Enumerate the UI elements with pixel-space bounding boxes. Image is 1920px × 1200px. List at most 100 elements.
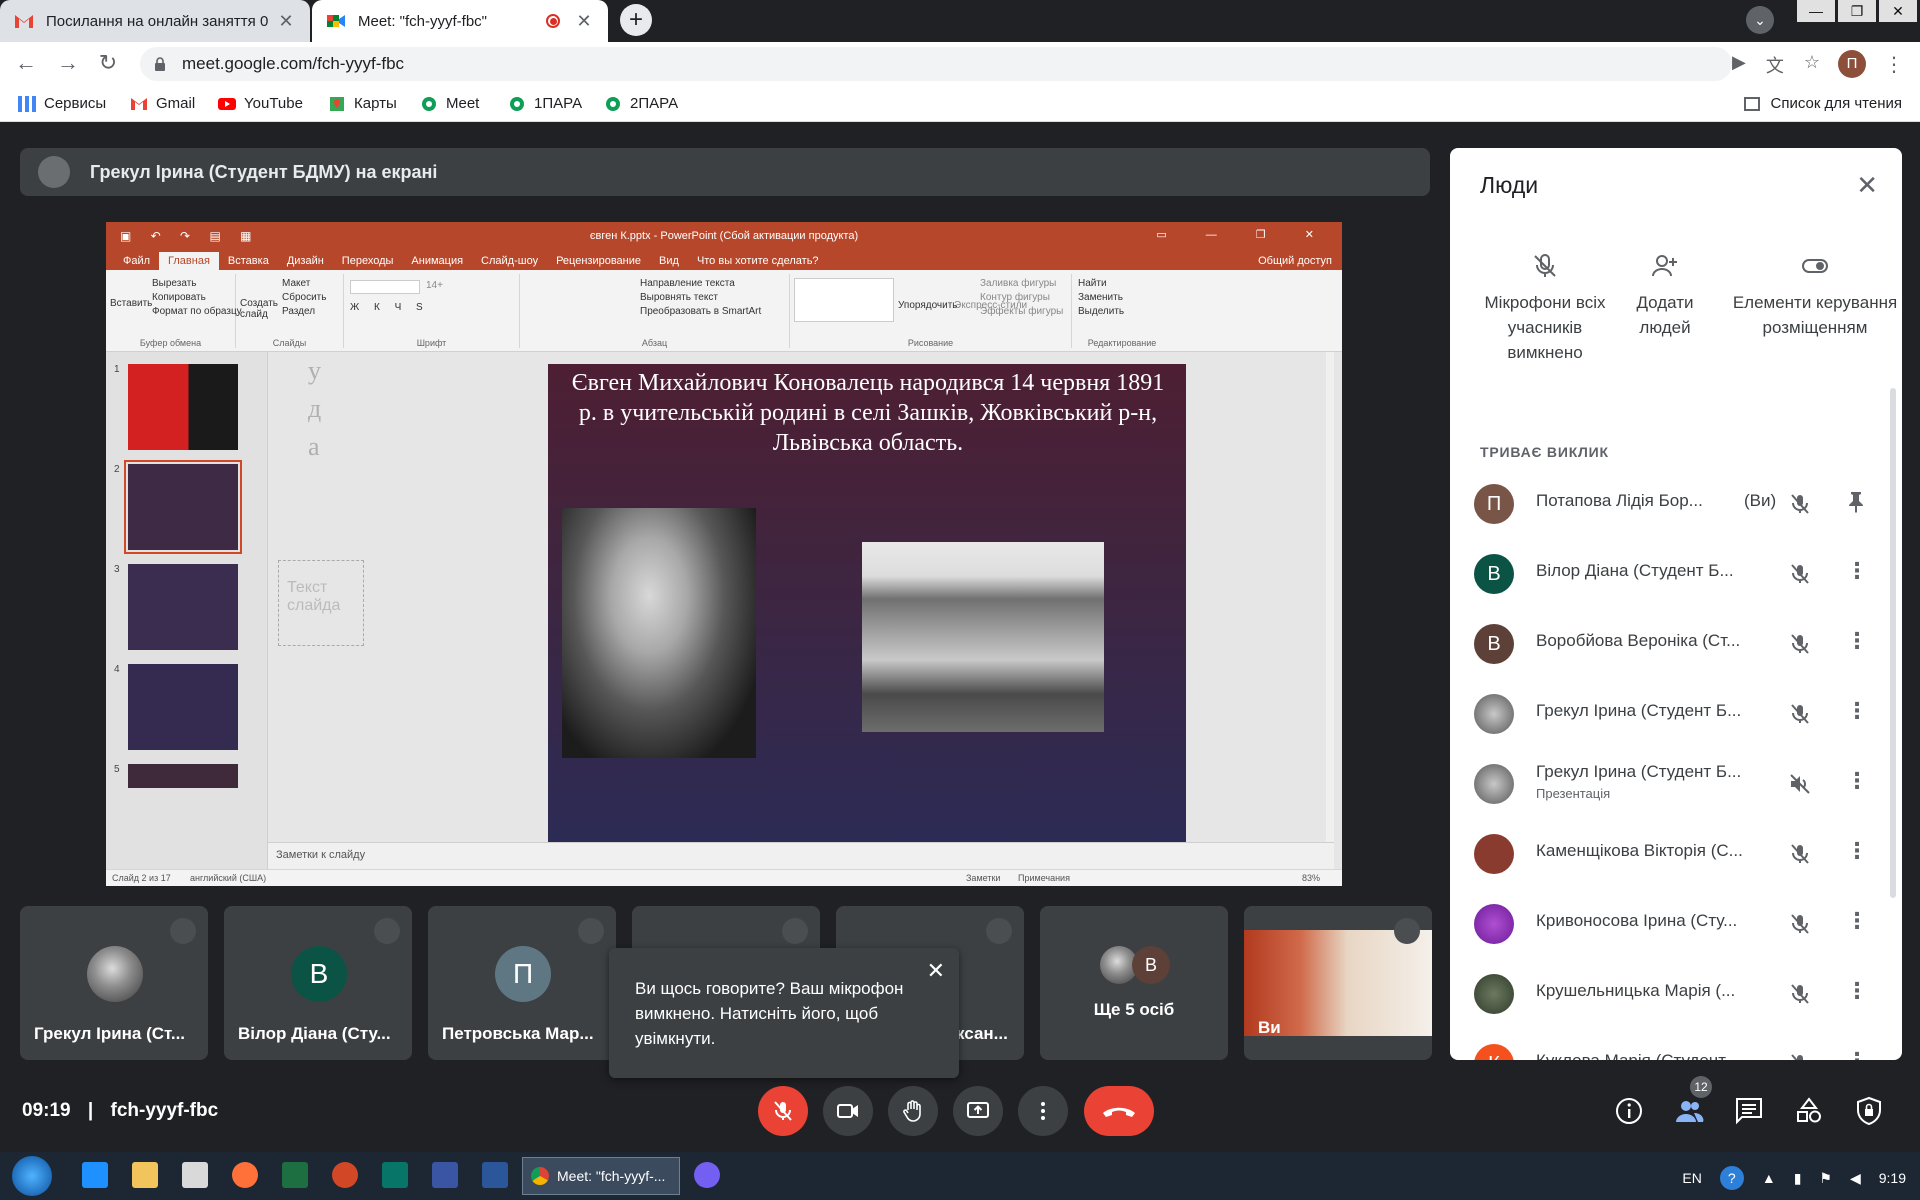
thumbnail-slide[interactable]: 4: [114, 664, 238, 750]
more-options-button[interactable]: [1018, 1086, 1068, 1136]
ribbon-shape-fill[interactable]: Заливка фигуры: [980, 278, 1056, 289]
participant-tile[interactable]: В Вілор Діана (Сту...: [224, 906, 412, 1060]
status-zoom[interactable]: 83%: [1302, 873, 1320, 883]
ppt-tab[interactable]: Рецензирование: [547, 255, 650, 270]
participant-row[interactable]: Грекул Ірина (Студент Б... Презентація ⋮: [1474, 746, 1878, 816]
add-people-action[interactable]: Додати людей: [1610, 252, 1720, 340]
bookmark-youtube[interactable]: YouTube: [218, 95, 303, 112]
restore-icon[interactable]: ❐: [1838, 0, 1876, 22]
ribbon-select[interactable]: Выделить: [1078, 306, 1124, 317]
status-notes[interactable]: Заметки: [966, 873, 1000, 883]
people-icon[interactable]: [1674, 1096, 1704, 1126]
reading-list-button[interactable]: Список для чтения: [1744, 95, 1902, 112]
close-tab-icon[interactable]: ✕: [574, 11, 594, 32]
close-window-icon[interactable]: ✕: [1879, 0, 1917, 22]
ribbon-layout[interactable]: Макет: [282, 278, 310, 289]
thumbnail-slide[interactable]: 1: [114, 364, 238, 450]
shapes-gallery[interactable]: [794, 278, 894, 322]
ppt-tab[interactable]: Дизайн: [278, 255, 333, 270]
raise-hand-button[interactable]: [888, 1086, 938, 1136]
participant-row[interactable]: В Вілор Діана (Студент Б... ⋮: [1474, 536, 1878, 606]
ribbon-copy[interactable]: Копировать: [152, 292, 206, 303]
language-indicator[interactable]: EN: [1682, 1170, 1701, 1186]
ribbon-reset[interactable]: Сбросить: [282, 292, 326, 303]
taskbar-clock[interactable]: 9:19: [1879, 1170, 1906, 1186]
ribbon-paste[interactable]: Вставить: [110, 298, 152, 309]
ribbon-align-text[interactable]: Выровнять текст: [640, 292, 718, 303]
chevron-down-icon[interactable]: ⌄: [1746, 6, 1774, 34]
current-slide[interactable]: Євген Михайлович Коновалець народився 14…: [548, 364, 1186, 842]
pin-icon[interactable]: [1846, 490, 1866, 514]
ribbon-cut[interactable]: Вырезать: [152, 278, 196, 289]
mic-off-icon[interactable]: [1788, 842, 1812, 866]
publisher-icon[interactable]: [382, 1162, 408, 1188]
participant-row[interactable]: К Куклова Марія (Студент ... ⋮: [1474, 1026, 1878, 1060]
mute-all-action[interactable]: Мікрофони всіх учасників вимкнено: [1470, 252, 1620, 365]
ribbon-format-painter[interactable]: Формат по образцу: [152, 306, 242, 317]
back-icon[interactable]: ←: [12, 50, 40, 76]
volume-icon[interactable]: ◀: [1850, 1170, 1861, 1187]
ie-icon[interactable]: [82, 1162, 108, 1188]
more-options-icon[interactable]: ⋮: [1846, 1048, 1868, 1060]
more-options-icon[interactable]: ⋮: [1846, 768, 1868, 794]
bookmark-star-icon[interactable]: ☆: [1804, 52, 1820, 78]
more-options-icon[interactable]: ⋮: [1846, 838, 1868, 864]
mic-off-icon[interactable]: [1788, 982, 1812, 1006]
participant-row[interactable]: П Потапова Лідія Бор... (Ви): [1474, 466, 1878, 536]
slide-scrollbar[interactable]: [1326, 352, 1334, 842]
participant-tile[interactable]: Грекул Ірина (Ст...: [20, 906, 208, 1060]
tab-meet[interactable]: Meet: "fch-yyyf-fbc" ✕: [312, 0, 608, 42]
chat-icon[interactable]: [1734, 1096, 1764, 1126]
participant-row[interactable]: В Воробйова Вероніка (Ст... ⋮: [1474, 606, 1878, 676]
mic-toggle-button[interactable]: [758, 1086, 808, 1136]
host-controls-action[interactable]: Елементи керування розміщенням: [1730, 252, 1900, 340]
mic-off-icon[interactable]: [1788, 912, 1812, 936]
ppt-tab[interactable]: Переходы: [333, 255, 403, 270]
camera-in-use-icon[interactable]: ▶: [1732, 52, 1746, 78]
mic-off-icon[interactable]: [1788, 492, 1812, 516]
folder-icon[interactable]: [132, 1162, 158, 1188]
profile-avatar[interactable]: П: [1838, 50, 1866, 78]
ppt-tab[interactable]: Вставка: [219, 255, 278, 270]
more-options-icon[interactable]: ⋮: [1846, 558, 1868, 584]
ribbon-section[interactable]: Раздел: [282, 306, 315, 317]
mic-off-icon[interactable]: [1788, 702, 1812, 726]
participant-row[interactable]: Каменщікова Вікторія (С... ⋮: [1474, 816, 1878, 886]
info-icon[interactable]: [1614, 1096, 1644, 1126]
participant-row[interactable]: Кривоносова Ірина (Сту... ⋮: [1474, 886, 1878, 956]
forward-icon[interactable]: →: [54, 50, 82, 76]
host-controls-icon[interactable]: [1854, 1096, 1884, 1126]
bookmark-meet[interactable]: Meet: [420, 95, 479, 112]
close-icon[interactable]: ✕: [927, 958, 945, 984]
ppt-tell-me[interactable]: Что вы хотите сделать?: [688, 255, 828, 270]
flag-icon[interactable]: ⚑: [1819, 1170, 1832, 1187]
ribbon-find[interactable]: Найти: [1078, 278, 1107, 289]
minimize-icon[interactable]: —: [1797, 0, 1835, 22]
present-button[interactable]: [953, 1086, 1003, 1136]
taskbar-chrome-task[interactable]: Meet: "fch-yyyf-...: [522, 1157, 680, 1195]
ppt-tab[interactable]: Анимация: [402, 255, 472, 270]
more-options-icon[interactable]: ⋮: [1846, 698, 1868, 724]
ribbon-smartart[interactable]: Преобразовать в SmartArt: [640, 306, 761, 317]
panel-scrollbar[interactable]: [1890, 388, 1896, 898]
more-options-icon[interactable]: ⋮: [1846, 628, 1868, 654]
ribbon-shape-outline[interactable]: Контур фигуры: [980, 292, 1050, 303]
leave-call-button[interactable]: [1084, 1086, 1154, 1136]
ppt-tab-selected[interactable]: Главная: [159, 252, 219, 270]
ppt-tab[interactable]: Файл: [114, 255, 159, 270]
close-icon[interactable]: ✕: [1856, 170, 1878, 201]
tray-arrow-icon[interactable]: ▲: [1762, 1170, 1776, 1186]
translate-icon[interactable]: 文: [1766, 52, 1784, 78]
bookmark-gmail[interactable]: Gmail: [130, 95, 195, 112]
tab-lesson-links[interactable]: Посилання на онлайн заняття 0 ✕: [0, 0, 310, 42]
font-size-box[interactable]: 14+: [426, 280, 443, 291]
media-player-icon[interactable]: [182, 1162, 208, 1188]
activities-icon[interactable]: [1794, 1096, 1824, 1126]
word-icon[interactable]: [482, 1162, 508, 1188]
mic-off-icon[interactable]: [1788, 632, 1812, 656]
participant-row[interactable]: Грекул Ірина (Студент Б... ⋮: [1474, 676, 1878, 746]
more-options-icon[interactable]: ⋮: [1846, 908, 1868, 934]
ribbon-shape-effects[interactable]: Эффекты фигуры: [980, 306, 1063, 317]
mic-off-icon[interactable]: [1788, 562, 1812, 586]
powerpoint-icon[interactable]: [332, 1162, 358, 1188]
